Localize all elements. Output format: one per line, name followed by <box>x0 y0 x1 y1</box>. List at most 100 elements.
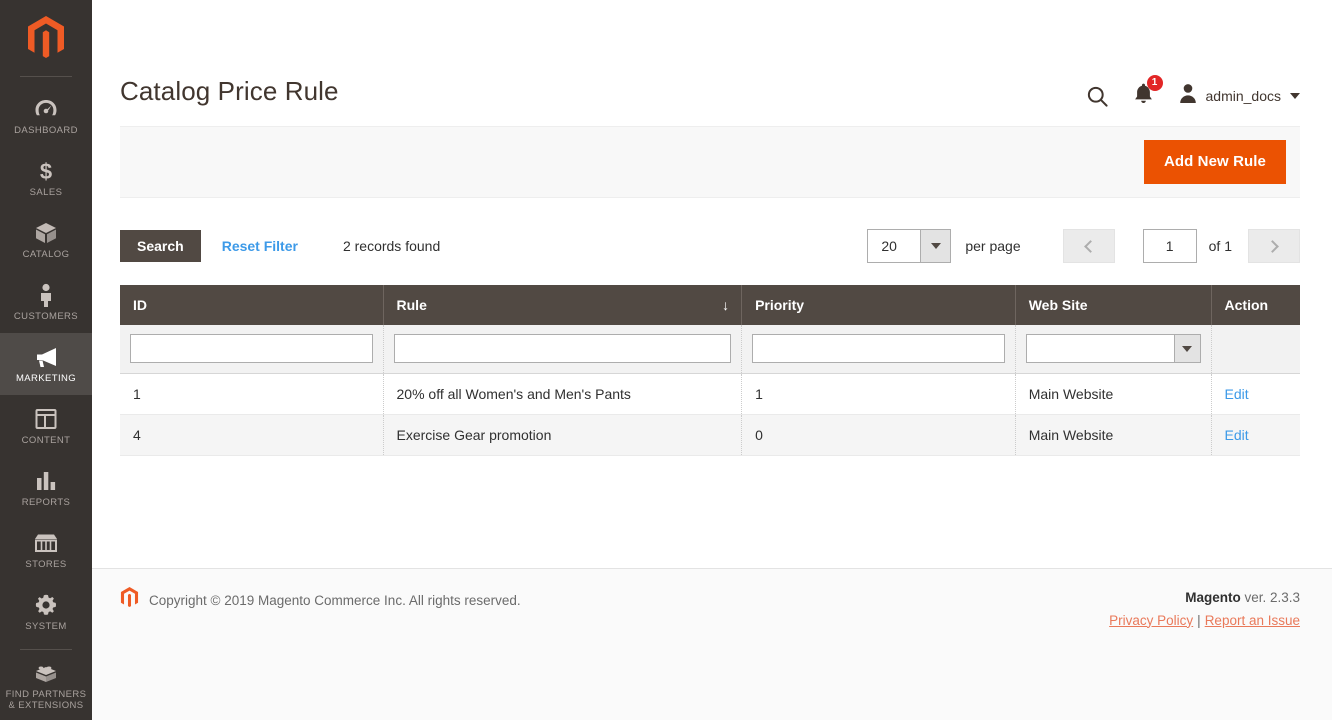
footer-links: Privacy Policy | Report an Issue <box>1109 613 1300 628</box>
filter-select-website[interactable] <box>1025 334 1201 364</box>
sidebar-item-label: FIND PARTNERS & EXTENSIONS <box>5 689 87 712</box>
user-name: admin_docs <box>1205 88 1282 104</box>
filter-cell-id <box>120 325 384 374</box>
column-header-website[interactable]: Web Site <box>1015 285 1212 325</box>
cell-priority: 0 <box>741 414 1016 456</box>
filter-cell-priority <box>741 325 1016 374</box>
column-header-priority[interactable]: Priority <box>741 285 1016 325</box>
sidebar-divider-bottom <box>20 649 72 651</box>
sidebar-item-dashboard[interactable]: DASHBOARD <box>0 85 92 147</box>
user-menu[interactable]: admin_docs <box>1178 83 1300 110</box>
gauge-icon <box>34 96 58 122</box>
filter-select-value <box>1027 335 1174 362</box>
catalog-price-rule-grid: ID Rule ↓ Priority Web Site Action 1 20%… <box>120 285 1301 456</box>
cell-id: 4 <box>120 414 384 456</box>
magento-version: Magento ver. 2.3.3 <box>1109 587 1300 609</box>
sidebar-item-system[interactable]: SYSTEM <box>0 581 92 643</box>
page-title: Catalog Price Rule <box>120 76 339 106</box>
sidebar-item-stores[interactable]: STORES <box>0 519 92 581</box>
sort-indicator-desc-icon: ↓ <box>722 297 730 313</box>
sidebar-item-label: REPORTS <box>21 497 71 509</box>
storefront-icon <box>33 530 59 556</box>
search-icon[interactable] <box>1086 85 1109 108</box>
grid-filter-row <box>120 325 1300 374</box>
sidebar-item-reports[interactable]: REPORTS <box>0 457 92 519</box>
main-content: Catalog Price Rule 1 admin_docs Add New … <box>92 0 1332 720</box>
brick-icon <box>33 661 59 686</box>
cell-priority: 1 <box>741 373 1016 415</box>
filter-cell-website <box>1015 325 1212 374</box>
notifications-button[interactable]: 1 <box>1133 75 1163 110</box>
previous-page-button[interactable] <box>1062 229 1115 263</box>
notifications-badge: 1 <box>1146 75 1163 91</box>
layout-icon <box>34 406 58 432</box>
per-page-value: 20 <box>881 238 897 254</box>
link-separator: | <box>1197 612 1201 628</box>
user-avatar-icon <box>1178 83 1198 110</box>
column-header-rule[interactable]: Rule ↓ <box>383 285 743 325</box>
grid-toolbar: Search Reset Filter 2 records found 20 p… <box>120 226 1300 266</box>
filter-input-rule[interactable] <box>393 334 732 364</box>
sidebar-item-label: SALES <box>29 187 63 199</box>
sidebar-item-label: CATALOG <box>22 249 70 261</box>
footer-copyright: Copyright © 2019 Magento Commerce Inc. A… <box>120 587 521 613</box>
box-icon <box>34 220 58 246</box>
chevron-down-icon <box>1173 335 1200 363</box>
bar-chart-icon <box>34 468 58 494</box>
person-icon <box>36 282 56 308</box>
magento-logo[interactable] <box>0 0 92 76</box>
svg-text:$: $ <box>40 159 52 183</box>
chevron-right-icon <box>1266 239 1279 253</box>
filter-input-id[interactable] <box>130 334 373 364</box>
magento-logo-icon <box>28 16 64 59</box>
sidebar-item-marketing[interactable]: MARKETING <box>0 333 92 396</box>
cell-id: 1 <box>120 373 384 415</box>
filter-input-priority[interactable] <box>752 334 1005 364</box>
chevron-down-icon <box>920 230 951 262</box>
grid-pagination: 20 per page of 1 <box>867 229 1300 263</box>
sidebar-item-label: CONTENT <box>21 435 71 447</box>
sidebar-item-catalog[interactable]: CATALOG <box>0 209 92 271</box>
sidebar-item-customers[interactable]: CUSTOMERS <box>0 271 92 333</box>
table-row[interactable]: 4 Exercise Gear promotion 0 Main Website… <box>120 414 1300 456</box>
per-page-select[interactable]: 20 <box>867 229 952 263</box>
sidebar-item-label: MARKETING <box>15 373 77 385</box>
sidebar-item-label: CUSTOMERS <box>13 311 79 323</box>
admin-page: DASHBOARD $ SALES CATALOG CUSTOMERS MARK… <box>0 0 1332 720</box>
chevron-down-icon <box>1290 93 1300 99</box>
cell-action: Edit <box>1211 373 1300 415</box>
page-header: Catalog Price Rule 1 admin_docs <box>92 0 1332 126</box>
brand-name: Magento <box>1185 590 1241 605</box>
page-number-input[interactable] <box>1142 229 1197 263</box>
table-row[interactable]: 1 20% off all Women's and Men's Pants 1 … <box>120 373 1300 415</box>
column-header-id[interactable]: ID <box>120 285 384 325</box>
add-new-rule-button[interactable]: Add New Rule <box>1143 140 1286 184</box>
column-label: Rule <box>396 297 427 313</box>
magento-logo-small-icon <box>120 587 139 613</box>
total-pages-label: of 1 <box>1208 238 1232 254</box>
next-page-button[interactable] <box>1248 229 1300 263</box>
column-label: ID <box>133 297 147 313</box>
sidebar-item-sales[interactable]: $ SALES <box>0 147 92 209</box>
cell-website: Main Website <box>1015 414 1212 456</box>
copyright-text: Copyright © 2019 Magento Commerce Inc. A… <box>149 592 521 608</box>
sidebar-item-label: STORES <box>25 559 67 571</box>
sidebar-item-find-partners-extensions[interactable]: FIND PARTNERS & EXTENSIONS <box>0 652 92 720</box>
cell-rule: 20% off all Women's and Men's Pants <box>383 373 743 415</box>
grid-toolbar-left: Search Reset Filter 2 records found <box>120 230 440 262</box>
chevron-left-icon <box>1083 239 1097 253</box>
sidebar-item-content[interactable]: CONTENT <box>0 395 92 457</box>
grid-header-row: ID Rule ↓ Priority Web Site Action <box>120 285 1301 325</box>
column-label: Priority <box>755 297 805 313</box>
grid-table-wrapper: ID Rule ↓ Priority Web Site Action 1 20%… <box>120 285 1301 456</box>
edit-link[interactable]: Edit <box>1225 427 1249 443</box>
search-button[interactable]: Search <box>120 230 201 262</box>
gear-icon <box>34 592 58 618</box>
reset-filter-link[interactable]: Reset Filter <box>222 238 298 254</box>
column-label: Web Site <box>1028 297 1088 313</box>
report-issue-link[interactable]: Report an Issue <box>1205 613 1300 628</box>
edit-link[interactable]: Edit <box>1225 386 1249 402</box>
megaphone-icon <box>34 344 59 370</box>
page-footer: Copyright © 2019 Magento Commerce Inc. A… <box>92 568 1332 720</box>
privacy-policy-link[interactable]: Privacy Policy <box>1109 613 1193 628</box>
